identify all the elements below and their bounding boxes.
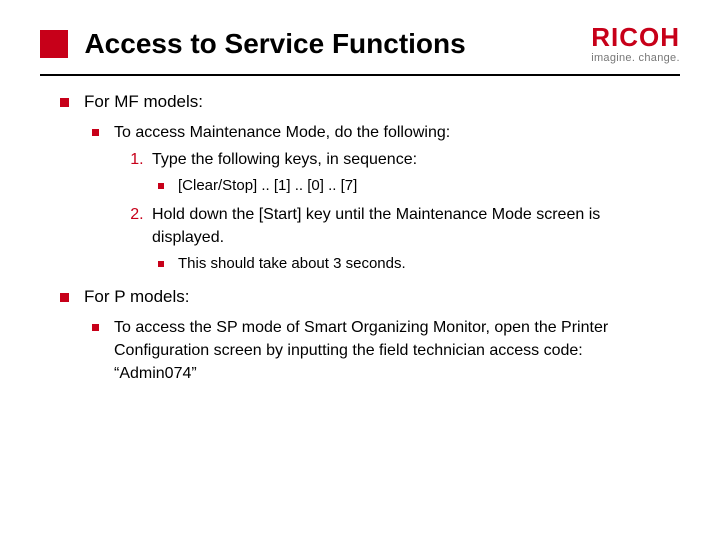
section-p: For P models: To access the SP mode of S…	[60, 285, 660, 385]
mf-instruction-label: To access Maintenance Mode, do the follo…	[114, 124, 450, 141]
mf-step-1-label: Type the following keys, in sequence:	[152, 151, 417, 168]
mf-sublist: To access Maintenance Mode, do the follo…	[84, 121, 660, 275]
mf-step-1-notes: [Clear/Stop] .. [1] .. [0] .. [7]	[152, 175, 660, 197]
section-p-label: For P models:	[84, 287, 190, 306]
p-instruction: To access the SP mode of Smart Organizin…	[92, 316, 660, 386]
mf-step-1-note-1: [Clear/Stop] .. [1] .. [0] .. [7]	[158, 175, 660, 197]
p-sublist: To access the SP mode of Smart Organizin…	[84, 316, 660, 386]
mf-step-1: Type the following keys, in sequence: [C…	[148, 148, 660, 197]
mf-instruction: To access Maintenance Mode, do the follo…	[92, 121, 660, 275]
slide-title: Access to Service Functions	[84, 28, 465, 60]
brand-logo: RICOH imagine. change.	[591, 24, 680, 64]
section-mf: For MF models: To access Maintenance Mod…	[60, 90, 660, 275]
mf-step-2-notes: This should take about 3 seconds.	[152, 253, 660, 275]
mf-step-2-note-1: This should take about 3 seconds.	[158, 253, 660, 275]
mf-step-2: Hold down the [Start] key until the Main…	[148, 203, 660, 275]
title-square-icon	[40, 30, 68, 58]
slide: Access to Service Functions RICOH imagin…	[0, 0, 720, 540]
slide-body: For MF models: To access Maintenance Mod…	[0, 76, 720, 385]
mf-steps: Type the following keys, in sequence: [C…	[114, 148, 660, 275]
top-list: For MF models: To access Maintenance Mod…	[60, 90, 660, 385]
logo-word: RICOH	[591, 24, 680, 50]
section-mf-label: For MF models:	[84, 92, 203, 111]
slide-header: Access to Service Functions RICOH imagin…	[0, 0, 720, 60]
mf-step-2-label: Hold down the [Start] key until the Main…	[152, 206, 600, 246]
logo-tagline: imagine. change.	[591, 52, 680, 64]
